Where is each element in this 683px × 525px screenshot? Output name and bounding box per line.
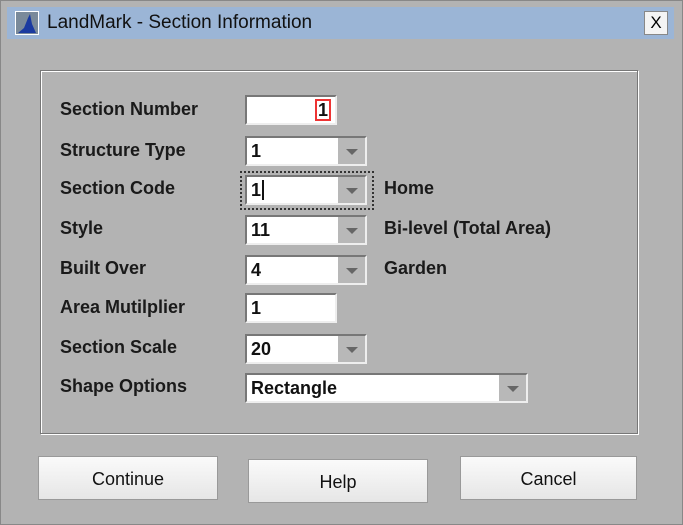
- structure-type-label: Structure Type: [60, 140, 186, 160]
- area-multiplier-value: 1: [251, 298, 262, 318]
- shape-options-combo[interactable]: Rectangle: [245, 373, 528, 403]
- style-combo[interactable]: 11: [245, 215, 367, 245]
- title-bar: LandMark - Section Information X: [7, 7, 674, 39]
- section-scale-combo[interactable]: 20: [245, 334, 367, 364]
- text-cursor: [262, 180, 265, 200]
- style-description: Bi-level (Total Area): [384, 218, 552, 238]
- built-over-combo[interactable]: 4: [245, 255, 367, 285]
- chevron-down-icon[interactable]: [337, 177, 365, 203]
- section-number-value: 1: [315, 99, 331, 121]
- structure-type-combo[interactable]: 1: [245, 136, 367, 166]
- section-scale-value: 20: [251, 339, 272, 359]
- area-multiplier-label: Area Mutilplier: [60, 297, 186, 317]
- area-multiplier-input[interactable]: 1: [245, 293, 337, 323]
- built-over-description: Garden: [384, 258, 448, 278]
- chevron-down-icon[interactable]: [337, 217, 365, 243]
- section-code-value: 1: [251, 180, 262, 200]
- chevron-down-icon[interactable]: [337, 257, 365, 283]
- style-label: Style: [60, 218, 104, 238]
- cancel-button[interactable]: Cancel: [460, 456, 637, 500]
- style-value: 11: [251, 220, 271, 240]
- built-over-value: 4: [251, 260, 262, 280]
- chevron-down-icon[interactable]: [337, 336, 365, 362]
- window-title: LandMark - Section Information: [47, 12, 313, 33]
- structure-type-value: 1: [251, 141, 262, 161]
- close-button[interactable]: X: [644, 11, 668, 35]
- chevron-down-icon[interactable]: [498, 375, 526, 401]
- shape-options-label: Shape Options: [60, 376, 188, 396]
- section-code-description: Home: [384, 178, 435, 198]
- help-button[interactable]: Help: [248, 459, 428, 503]
- landmark-app-icon: [15, 11, 39, 35]
- section-code-label: Section Code: [60, 178, 176, 198]
- built-over-label: Built Over: [60, 258, 147, 278]
- section-scale-label: Section Scale: [60, 337, 178, 357]
- section-number-label: Section Number: [60, 99, 199, 119]
- section-number-input[interactable]: 1: [245, 95, 337, 125]
- continue-button[interactable]: Continue: [38, 456, 218, 500]
- section-code-combo[interactable]: 1: [245, 175, 367, 205]
- shape-options-value: Rectangle: [251, 378, 338, 398]
- chevron-down-icon[interactable]: [337, 138, 365, 164]
